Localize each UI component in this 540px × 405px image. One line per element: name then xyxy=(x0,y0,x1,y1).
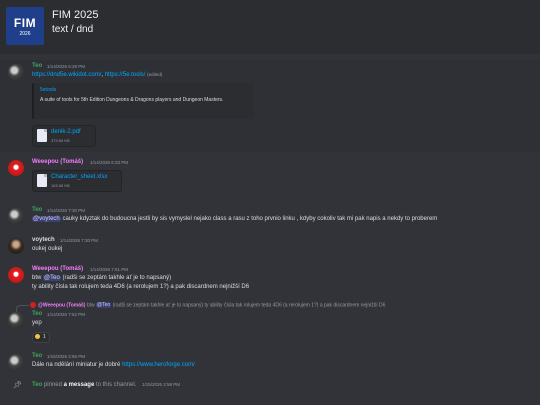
user-mention[interactable]: @Teo xyxy=(43,275,61,281)
username[interactable]: voytech xyxy=(32,237,55,243)
message-text: btw xyxy=(32,275,44,281)
timestamp: 1/14/2026 7:52 PM xyxy=(47,312,86,317)
message-text: Dále na ndělání miniatur je dobré xyxy=(32,362,123,368)
avatar[interactable] xyxy=(8,354,24,370)
server-icon-year: 2026 xyxy=(19,31,31,37)
message-content: https://dnd5e.wikidot.com/, https://5e.t… xyxy=(32,72,162,78)
reply-avatar xyxy=(30,302,36,308)
reply-text: (radši se zeptám takhle ať je to napsaný… xyxy=(111,302,386,309)
server-icon-text: FIM xyxy=(13,16,37,30)
avatar[interactable] xyxy=(8,208,24,224)
file-attachment[interactable]: Character_sheet.xlsx 163.06 KB xyxy=(32,170,122,192)
reaction-button[interactable]: 1 xyxy=(32,332,50,343)
file-icon xyxy=(37,174,47,187)
timestamp: 1/14/2026 7:30 PM xyxy=(60,238,99,243)
message-text: ty ability čísla tak rolujem teda 4D6 (a… xyxy=(32,284,250,290)
pin-text: to this channel. xyxy=(94,382,137,388)
timestamp: 1/14/2026 6:33 PM xyxy=(90,160,129,165)
pinned-message-link[interactable]: a message xyxy=(64,382,95,388)
file-name[interactable]: denik-2.pdf xyxy=(51,129,81,135)
timestamp: 1/15/2026 2:58 PM xyxy=(142,382,181,387)
pin-text: pinned xyxy=(42,382,64,388)
embed-title[interactable]: 5etools xyxy=(40,87,56,93)
channel-path: text / dnd xyxy=(52,24,94,35)
timestamp: 1/14/2026 7:51 PM xyxy=(90,267,129,272)
message-content: @voytech cauky kdyztak do budoucna jestl… xyxy=(32,216,437,222)
file-size: 379.59 KB xyxy=(51,138,70,143)
message-text: cauky kdyztak do budoucna jestli by sis … xyxy=(60,216,438,222)
username[interactable]: Teo xyxy=(32,311,42,317)
pin-notice: Teo pinned a message to this channel. 1/… xyxy=(32,382,180,388)
user-mention: @Teo xyxy=(96,302,112,309)
link[interactable]: https://www.heroforge.com/ xyxy=(122,362,195,368)
message-content: Dále na ndělání miniatur je dobré https:… xyxy=(32,362,195,368)
reply-text: btw xyxy=(85,302,97,309)
timestamp: 1/15/2026 2:56 PM xyxy=(47,354,86,359)
username[interactable]: Weeepou (Tomáš) xyxy=(32,266,83,272)
avatar[interactable] xyxy=(8,160,24,176)
avatar[interactable] xyxy=(8,267,24,283)
message-content: btw @Teo (radši se zeptám takhle ať je t… xyxy=(32,275,171,281)
server-name: FIM 2025 xyxy=(52,9,99,21)
message-text: (radši se zeptám takhle ať je to napsaný… xyxy=(60,275,172,281)
reply-connector xyxy=(16,305,29,312)
embed-description: A suite of tools for 5th Edition Dungeon… xyxy=(40,97,224,103)
timestamp: 1/14/2026 7:30 PM xyxy=(47,208,86,213)
link[interactable]: https://5e.tools/ xyxy=(105,72,146,78)
file-size: 163.06 KB xyxy=(51,183,70,188)
file-attachment[interactable]: denik-2.pdf 379.59 KB xyxy=(32,125,96,147)
server-icon[interactable]: FIM 2026 xyxy=(6,7,44,45)
channel-header: FIM 2026 FIM 2025 text / dnd xyxy=(0,0,540,54)
username[interactable]: Teo xyxy=(32,382,42,388)
reaction-count: 1 xyxy=(43,334,46,340)
link[interactable]: https://dnd5e.wikidot.com/ xyxy=(32,72,101,78)
reply-reference[interactable]: @Weeepou (Tomáš) btw @Teo (radši se zept… xyxy=(30,302,386,309)
avatar[interactable] xyxy=(8,238,24,254)
emoji-icon xyxy=(35,334,40,339)
file-icon xyxy=(37,129,47,142)
reply-username: @Weeepou (Tomáš) xyxy=(38,302,86,309)
username[interactable]: Teo xyxy=(32,63,42,69)
edited-label: (edited) xyxy=(147,72,163,77)
timestamp: 1/14/2026 6:28 PM xyxy=(47,64,86,69)
pin-icon: 📌︎ xyxy=(13,382,22,389)
username[interactable]: Teo xyxy=(32,353,42,359)
user-mention[interactable]: @voytech xyxy=(32,216,61,222)
link-embed: 5etools A suite of tools for 5th Edition… xyxy=(32,83,254,119)
file-name[interactable]: Character_sheet.xlsx xyxy=(51,174,107,180)
username[interactable]: Weeepou (Tomáš) xyxy=(32,159,83,165)
username[interactable]: Teo xyxy=(32,207,42,213)
message-text: oukej oukej xyxy=(32,246,63,252)
avatar[interactable] xyxy=(8,312,24,328)
message-text: yep xyxy=(32,320,42,326)
avatar[interactable] xyxy=(8,64,24,80)
